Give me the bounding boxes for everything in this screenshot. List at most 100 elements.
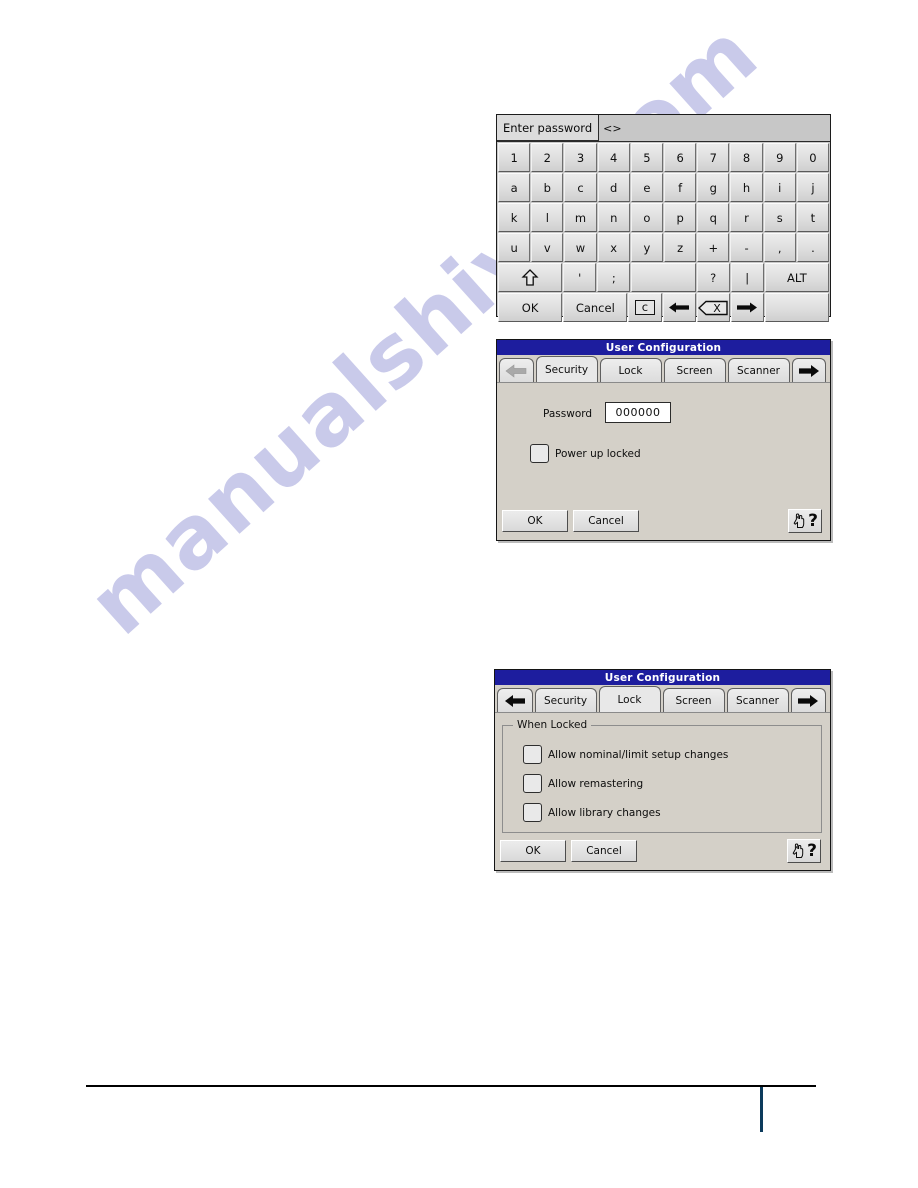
key-shift-up-arrow[interactable] xyxy=(498,263,563,292)
key-blank[interactable] xyxy=(764,293,829,322)
key-label: m xyxy=(574,210,587,225)
key-5[interactable]: 5 xyxy=(630,143,664,172)
key-z[interactable]: z xyxy=(664,233,697,262)
key-w[interactable]: w xyxy=(564,233,597,262)
key-c[interactable]: c xyxy=(564,173,597,202)
key-2[interactable]: 2 xyxy=(531,143,564,172)
tab-scanner[interactable]: Scanner xyxy=(726,688,789,712)
cancel-button[interactable]: Cancel xyxy=(571,840,637,862)
key-8[interactable]: 8 xyxy=(730,143,763,172)
key-alt[interactable]: ALT xyxy=(764,263,829,292)
power-up-locked-checkbox[interactable] xyxy=(530,444,549,463)
help-button[interactable]: ? xyxy=(788,509,822,533)
key-|[interactable]: | xyxy=(730,263,764,292)
key-ok[interactable]: OK xyxy=(498,293,563,322)
key-m[interactable]: m xyxy=(564,203,597,232)
key-clear-key[interactable]: c xyxy=(628,293,662,322)
key-u[interactable]: u xyxy=(498,233,531,262)
ok-button[interactable]: OK xyxy=(500,840,566,862)
tab-nav-next-button[interactable] xyxy=(791,358,826,382)
key-o[interactable]: o xyxy=(630,203,664,232)
key--[interactable]: - xyxy=(730,233,763,262)
key-n[interactable]: n xyxy=(597,203,630,232)
key-backspace[interactable]: X xyxy=(696,293,730,322)
allow-remastering-row[interactable]: Allow remastering xyxy=(523,774,643,793)
key-9[interactable]: 9 xyxy=(763,143,796,172)
key-label: | xyxy=(745,270,750,285)
key-a[interactable]: a xyxy=(498,173,531,202)
tab-nav-next-button[interactable] xyxy=(790,688,826,712)
key-i[interactable]: i xyxy=(763,173,796,202)
key-label: f xyxy=(678,180,683,195)
tab-security[interactable]: Security xyxy=(534,688,597,712)
key-;[interactable]: ; xyxy=(597,263,631,292)
key-q[interactable]: q xyxy=(697,203,730,232)
key-6[interactable]: 6 xyxy=(664,143,697,172)
key-label: 6 xyxy=(676,150,684,165)
key-1[interactable]: 1 xyxy=(498,143,531,172)
tab-nav-prev-button[interactable] xyxy=(499,358,534,382)
key-3[interactable]: 3 xyxy=(564,143,597,172)
tab-screen[interactable]: Screen xyxy=(663,358,726,382)
key-7[interactable]: 7 xyxy=(697,143,730,172)
tab-nav-prev-button[interactable] xyxy=(497,688,533,712)
key-h[interactable]: h xyxy=(730,173,763,202)
key-j[interactable]: j xyxy=(796,173,830,202)
allow-remastering-checkbox[interactable] xyxy=(523,774,542,793)
password-input[interactable]: <> xyxy=(599,115,830,141)
arrow-left-icon xyxy=(505,363,527,378)
key-0[interactable]: 0 xyxy=(796,143,830,172)
key-d[interactable]: d xyxy=(597,173,630,202)
key-+[interactable]: + xyxy=(697,233,730,262)
keyboard-display-bar: Enter password <> xyxy=(497,115,830,142)
password-field-label: Password xyxy=(543,408,593,420)
key-label: 2 xyxy=(543,150,551,165)
key-e[interactable]: e xyxy=(630,173,664,202)
key-v[interactable]: v xyxy=(531,233,564,262)
key-?[interactable]: ? xyxy=(696,263,730,292)
key-g[interactable]: g xyxy=(697,173,730,202)
allow-nominal-limit-checkbox[interactable] xyxy=(523,745,542,764)
key-label: 5 xyxy=(643,150,651,165)
tab-security[interactable]: Security xyxy=(535,356,598,382)
user-configuration-lock-dialog: User Configuration Security Lock Screen … xyxy=(494,669,831,871)
cancel-button[interactable]: Cancel xyxy=(573,510,639,532)
key-p[interactable]: p xyxy=(664,203,697,232)
key-cancel[interactable]: Cancel xyxy=(563,293,628,322)
key-4[interactable]: 4 xyxy=(597,143,630,172)
tab-lock[interactable]: Lock xyxy=(599,358,662,382)
key-space-bar[interactable] xyxy=(631,263,696,292)
key-s[interactable]: s xyxy=(763,203,796,232)
key-y[interactable]: y xyxy=(630,233,664,262)
power-up-locked-row[interactable]: Power up locked xyxy=(530,444,641,463)
key-arrow-left[interactable] xyxy=(662,293,696,322)
key-l[interactable]: l xyxy=(531,203,564,232)
allow-remastering-label: Allow remastering xyxy=(548,777,644,790)
key-.[interactable]: . xyxy=(796,233,830,262)
key-label: - xyxy=(744,240,749,255)
tab-scanner[interactable]: Scanner xyxy=(727,358,790,382)
allow-nominal-limit-row[interactable]: Allow nominal/limit setup changes xyxy=(523,745,728,764)
key-'[interactable]: ' xyxy=(563,263,597,292)
ok-button[interactable]: OK xyxy=(502,510,568,532)
key-t[interactable]: t xyxy=(796,203,830,232)
key-x[interactable]: x xyxy=(597,233,630,262)
key-b[interactable]: b xyxy=(531,173,564,202)
allow-library-changes-row[interactable]: Allow library changes xyxy=(523,803,661,822)
tab-screen[interactable]: Screen xyxy=(662,688,725,712)
help-button[interactable]: ? xyxy=(787,839,821,863)
password-value-field[interactable]: 000000 xyxy=(605,402,671,423)
key-label: g xyxy=(709,180,717,195)
allow-library-changes-checkbox[interactable] xyxy=(523,803,542,822)
dialog-body: When Locked Allow nominal/limit setup ch… xyxy=(495,713,830,870)
svg-text:X: X xyxy=(713,302,721,315)
key-k[interactable]: k xyxy=(498,203,531,232)
key-label: 8 xyxy=(742,150,751,165)
tab-lock[interactable]: Lock xyxy=(598,686,661,712)
key-f[interactable]: f xyxy=(664,173,697,202)
allow-library-changes-label: Allow library changes xyxy=(548,806,661,819)
key-arrow-right[interactable] xyxy=(730,293,764,322)
key-,[interactable]: , xyxy=(763,233,796,262)
key-r[interactable]: r xyxy=(730,203,763,232)
keyboard-row: k l m n o p q r s t xyxy=(498,203,830,232)
